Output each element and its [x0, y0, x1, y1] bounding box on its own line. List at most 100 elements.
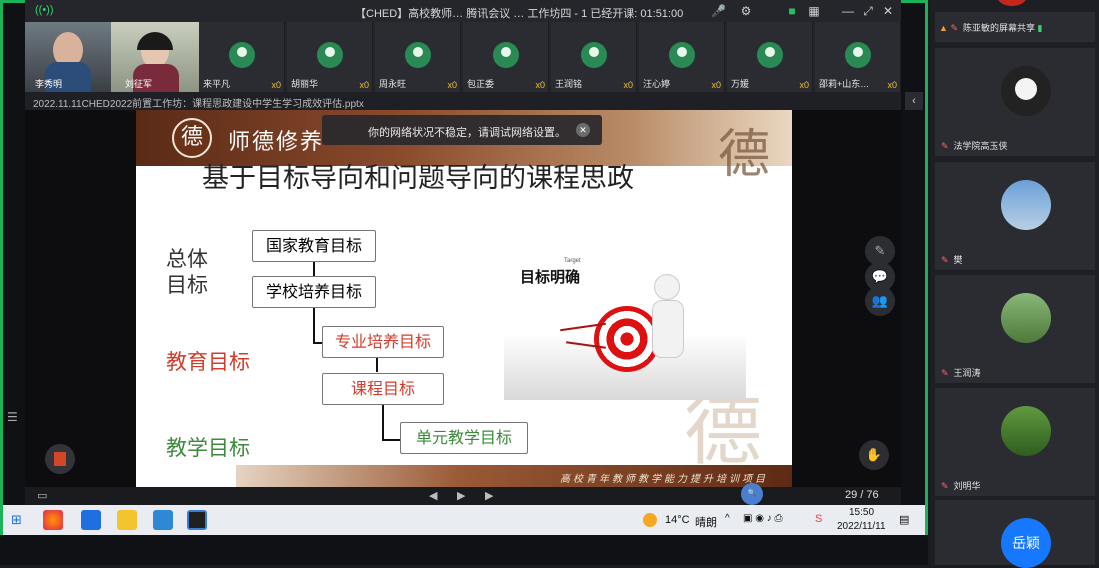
settings-icon[interactable]: ⚙: [739, 4, 753, 18]
members-icon[interactable]: 👥: [865, 286, 895, 316]
weather-temp: 14°C: [665, 514, 690, 526]
box-major-goal: 专业培养目标: [322, 326, 444, 358]
file-name-bar: 2022.11.11CHED2022前置工作坊：课程思政建设中学生学习成效评估.…: [25, 92, 901, 110]
label-education: 教育目标: [166, 350, 250, 374]
participant-tile[interactable]: 邵莉+山东… x0: [815, 22, 901, 92]
participant-video[interactable]: 刘征军: [111, 22, 199, 92]
page-current: 29: [845, 489, 858, 501]
avatar: [1001, 66, 1051, 116]
next-icon[interactable]: ▶: [485, 489, 493, 502]
target-illustration: 目标明确 Target: [504, 252, 746, 400]
participant-name: 法学院高玉侠: [953, 141, 1008, 151]
minimize-icon[interactable]: —: [841, 4, 855, 18]
grid-icon[interactable]: ▦: [807, 4, 821, 18]
participant-tile[interactable]: 来平凡 x0: [199, 22, 285, 92]
participant-tile[interactable]: 岳颖: [935, 500, 1095, 568]
network-warning-toast: 你的网络状况不稳定，请调试网络设置。 ✕: [322, 115, 602, 145]
windows-taskbar: ⊞ 14°C 晴朗 ^ ▣ ◉ ♪ ⎙ S 15:50 2022/11/11 ▤: [3, 505, 925, 535]
close-icon[interactable]: ✕: [576, 123, 590, 137]
participant-name: 樊: [953, 255, 963, 265]
participant-name: 刘明华: [953, 481, 981, 491]
box-school-goal: 学校培养目标: [252, 276, 376, 308]
slide: 德 师德修养 德 德 基于目标导向和问题导向的课程思政 总体 目标 教育目标 教…: [136, 110, 792, 487]
participant-tile[interactable]: ✎ 法学院高玉侠: [935, 48, 1095, 156]
avatar: [845, 42, 871, 68]
trophy-count: x0: [887, 80, 897, 90]
app-icon[interactable]: [187, 510, 207, 530]
camera-icon[interactable]: ■: [785, 4, 799, 18]
trophy-count: x0: [711, 80, 721, 90]
participant-tile[interactable]: 包正委 x0: [463, 22, 549, 92]
participant-tile[interactable]: 王润铭 x0: [551, 22, 637, 92]
trophy-count: x0: [271, 80, 281, 90]
list-icon[interactable]: ☰: [7, 410, 18, 424]
participant-name: 王润铭: [555, 79, 583, 89]
banner-title: 师德修养: [228, 130, 325, 155]
participant-name: 刘征军: [125, 79, 153, 89]
participant-name: 汪心婷: [643, 79, 671, 89]
participant-name: 来平凡: [203, 79, 231, 89]
target-icon: [594, 306, 660, 372]
figure-head: [654, 274, 680, 300]
meeting-stage: ((•)) 【CHED】高校教师… 腾讯会议 … 工作坊四 - 1 已经开课: …: [0, 0, 928, 565]
slide-footer: 高校青年教师教学能力提升培训项目: [236, 465, 792, 487]
meeting-titlebar: ((•)) 【CHED】高校教师… 腾讯会议 … 工作坊四 - 1 已经开课: …: [25, 0, 901, 22]
mic-muted-icon: ✎: [950, 23, 958, 33]
windows-start-icon[interactable]: ⊞: [11, 512, 22, 528]
participant-tile[interactable]: 万媛 x0: [727, 22, 813, 92]
avatar: [757, 42, 783, 68]
participant-tile[interactable]: 汪心婷 x0: [639, 22, 725, 92]
notification-icon[interactable]: ▤: [899, 513, 909, 526]
page-total: 76: [866, 489, 879, 501]
tray-icons[interactable]: ▣ ◉ ♪ ⎙: [743, 513, 783, 524]
participant-video[interactable]: 李秀明: [25, 22, 111, 92]
participant-name: 万媛: [731, 79, 750, 89]
firefox-icon[interactable]: [43, 510, 63, 530]
zoom-badge[interactable]: 🔍: [741, 483, 763, 505]
avatar: [1001, 293, 1051, 343]
signal-icon: ((•)): [35, 4, 54, 16]
avatar: [997, 0, 1027, 6]
participant-tile[interactable]: 周永旺 x0: [375, 22, 461, 92]
folder-icon[interactable]: [117, 510, 137, 530]
participant-tile[interactable]: 胡丽华 x0: [287, 22, 373, 92]
prev-icon[interactable]: ◀: [429, 489, 437, 502]
participant-tile[interactable]: ▲ ✎ 陈亚敏的屏幕共享 ▮: [935, 12, 1095, 42]
mic-icon[interactable]: 🎤: [711, 4, 726, 18]
trophy-count: x0: [359, 80, 369, 90]
participant-name: 陈亚敏的屏幕共享: [962, 23, 1035, 33]
mic-muted-icon: ✎: [941, 481, 949, 491]
participant-tile[interactable]: ✎ 刘明华: [935, 388, 1095, 496]
avatar-initials: 岳颖: [1001, 518, 1051, 568]
tencent-meeting-icon[interactable]: [81, 510, 101, 530]
tray-chevron-icon[interactable]: ^: [725, 513, 730, 524]
trophy-count: x0: [447, 80, 457, 90]
avatar: [1001, 406, 1051, 456]
participant-name: 包正委: [467, 79, 495, 89]
expand-icon[interactable]: ⤢: [861, 4, 875, 18]
participant-tile[interactable]: ✎ 樊: [935, 162, 1095, 270]
toast-message: 你的网络状况不稳定，请调试网络设置。: [368, 127, 566, 139]
participant-tile[interactable]: ✎ 王润涛: [935, 275, 1095, 383]
seal-logo: 德: [172, 118, 212, 158]
thumbnail-icon[interactable]: ▭: [37, 489, 47, 502]
connector-line: [313, 308, 315, 344]
clock-time: 15:50: [849, 507, 875, 518]
play-icon[interactable]: ▶: [457, 489, 465, 502]
connector-line: [382, 439, 400, 441]
tray-app-icon[interactable]: S: [815, 513, 822, 525]
label-teaching: 教学目标: [166, 436, 250, 460]
window-icon[interactable]: [153, 510, 173, 530]
connector-line: [376, 358, 378, 372]
close-icon[interactable]: ✕: [881, 4, 895, 18]
avatar: [581, 42, 607, 68]
slide-viewer: 德 师德修养 德 德 基于目标导向和问题导向的课程思政 总体 目标 教育目标 教…: [7, 110, 901, 487]
figure-body: [652, 300, 684, 358]
trophy-count: x0: [535, 80, 545, 90]
raise-hand-icon[interactable]: ✋: [859, 440, 889, 470]
meeting-title: 【CHED】高校教师… 腾讯会议 … 工作坊四 - 1 已经开课: 01:51:…: [355, 8, 684, 20]
ppt-icon[interactable]: [45, 444, 75, 474]
collapse-panel-button[interactable]: ‹: [905, 92, 923, 110]
weather-text: 晴朗: [695, 517, 717, 529]
participant-name: 胡丽华: [291, 79, 319, 89]
